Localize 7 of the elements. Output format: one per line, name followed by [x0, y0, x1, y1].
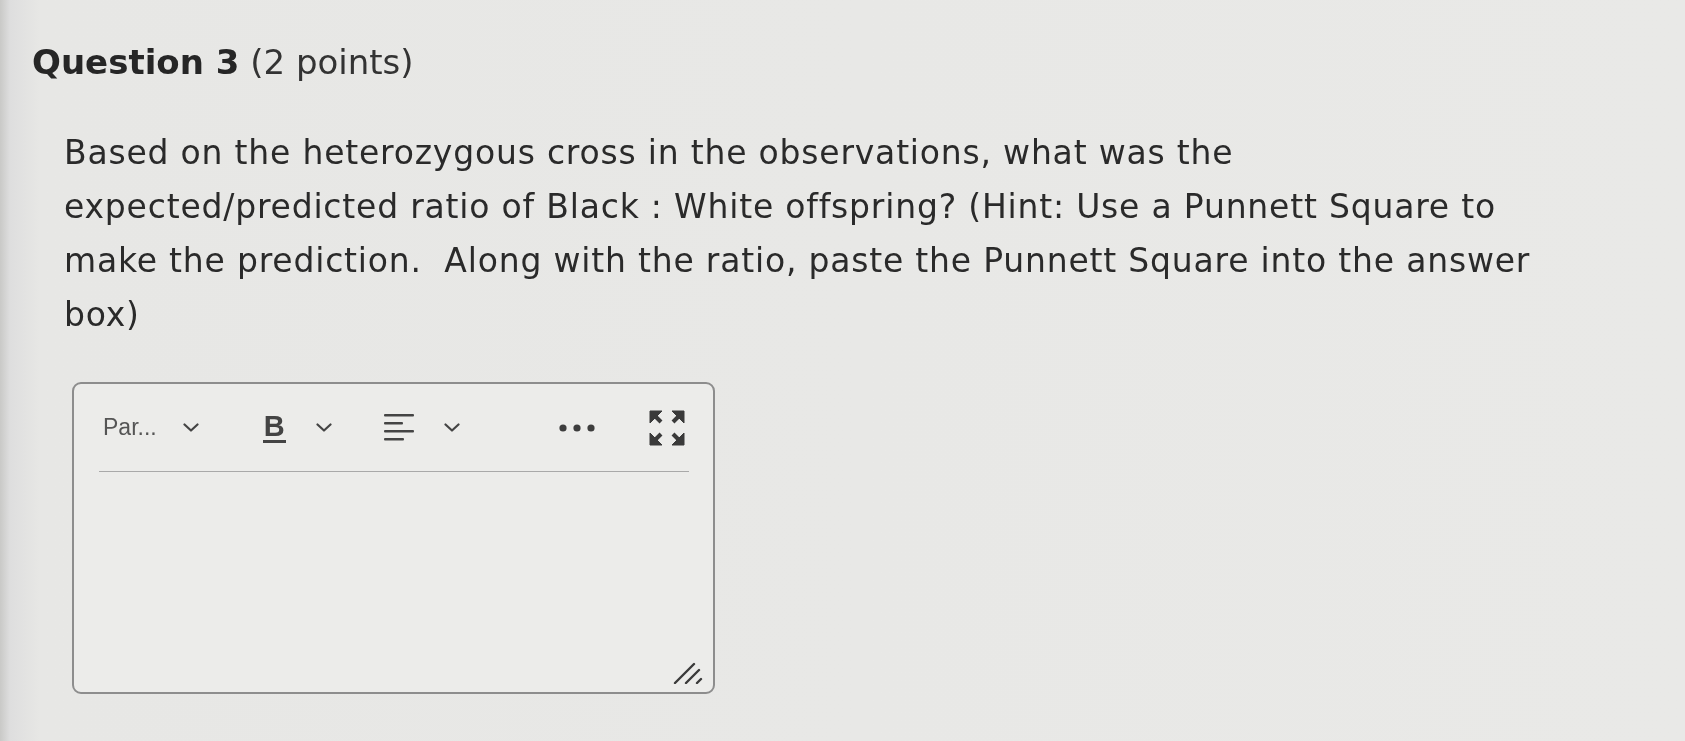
paragraph-format-dropdown[interactable]: Par...: [99, 408, 203, 447]
expand-icon: [649, 409, 685, 446]
align-left-icon: [383, 414, 414, 441]
question-title: Question 3 (2 points): [32, 41, 415, 84]
question-text: Based on the heterozygous cross in the observations, what was the expected/predicted ratio of Black : White offspring? (Hint: Use a Punnett Square to make the prediction. Along with the ratio, paste the Punnett Square into the answer box): [64, 132, 1532, 336]
ellipsis-icon: [559, 423, 595, 432]
bold-button[interactable]: B: [258, 406, 336, 449]
